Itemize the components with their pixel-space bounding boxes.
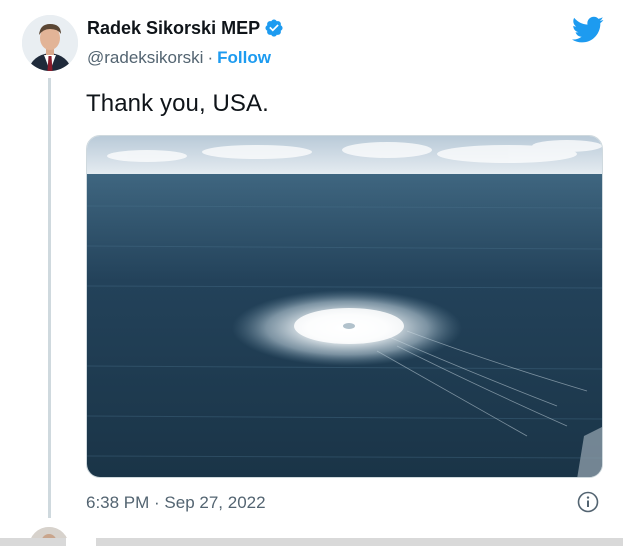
- display-name[interactable]: Radek Sikorski MEP: [87, 18, 260, 39]
- follow-button[interactable]: Follow: [217, 48, 271, 68]
- tweet-text: Thank you, USA.: [86, 90, 269, 117]
- info-icon[interactable]: [577, 491, 599, 513]
- twitter-bird-icon[interactable]: [571, 16, 604, 44]
- thread-line: [48, 78, 51, 518]
- separator: ·: [207, 48, 214, 67]
- name-row: Radek Sikorski MEP: [87, 16, 284, 40]
- tweet-image[interactable]: [86, 135, 603, 478]
- handle-row: @radeksikorski · Follow: [87, 46, 284, 70]
- bottom-divider-gap: [66, 538, 96, 546]
- handle[interactable]: @radeksikorski: [87, 48, 203, 68]
- tweet-header: Radek Sikorski MEP @radeksikorski · Foll…: [87, 16, 284, 70]
- verified-badge-icon: [264, 18, 284, 38]
- tweet-timestamp[interactable]: 6:38 PM · Sep 27, 2022: [86, 493, 266, 513]
- avatar[interactable]: [22, 15, 78, 71]
